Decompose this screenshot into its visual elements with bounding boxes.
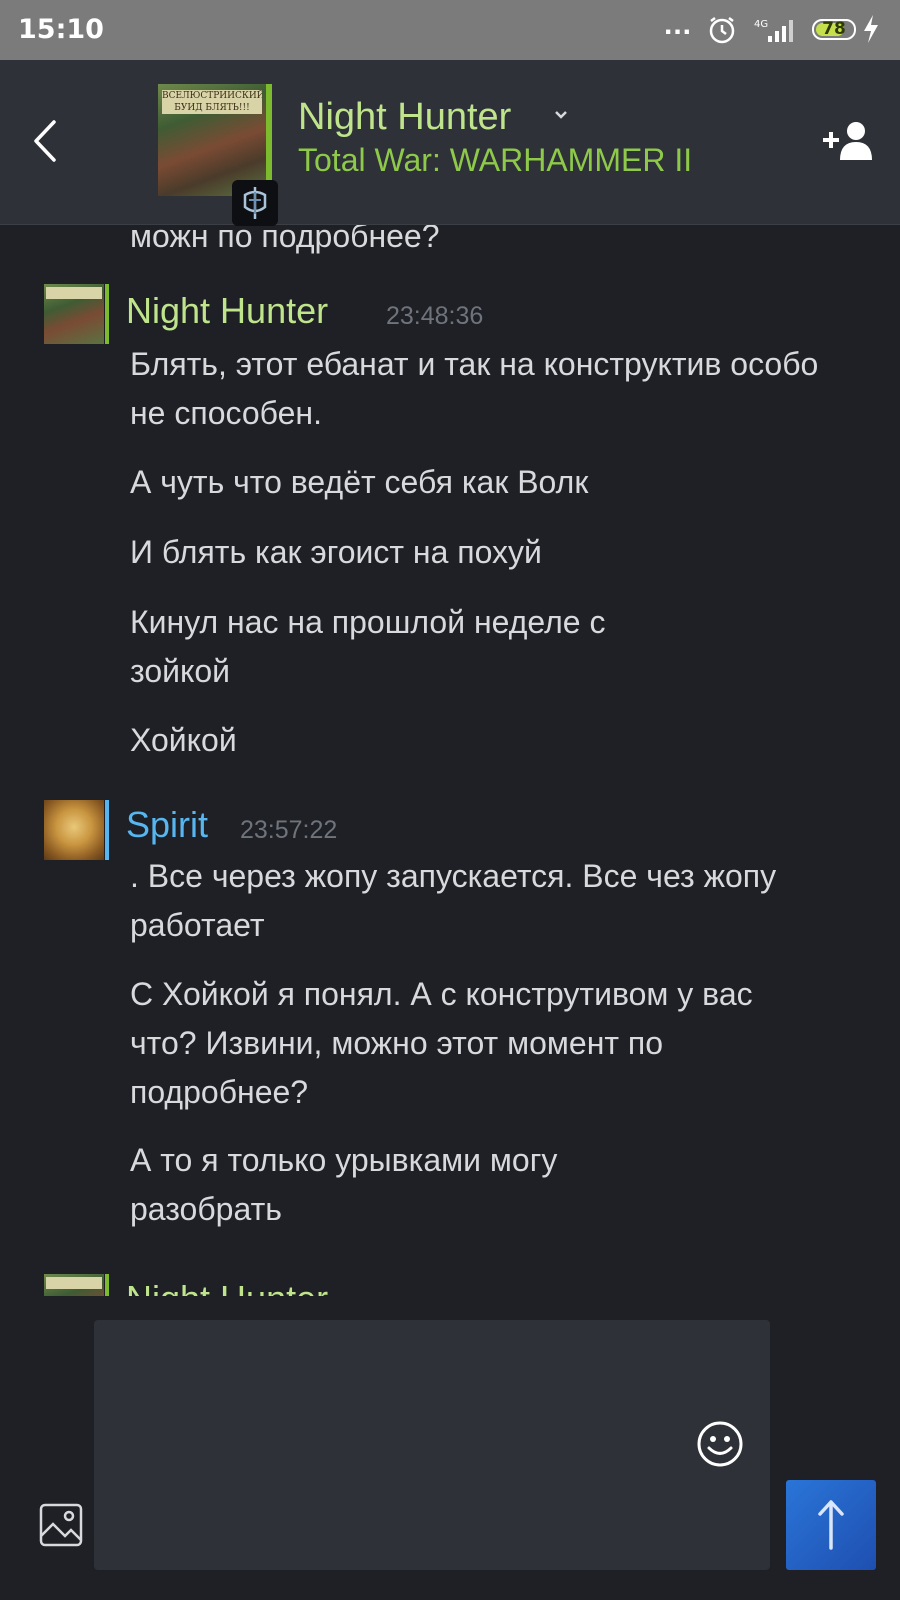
sender-avatar[interactable] — [44, 1274, 109, 1296]
message-text: . Все через жопу запускается. Все чез жо… — [130, 858, 777, 943]
chat-log[interactable]: можн по подробнее? Night Hunter 23:48:36… — [0, 224, 900, 1296]
status-time: 15:10 — [18, 14, 104, 45]
contact-game-status: Total War: WARHAMMER II — [298, 142, 693, 178]
message-text: можн по подробнее? — [130, 224, 440, 254]
avatar-image — [44, 800, 104, 860]
avatar-image — [44, 284, 104, 344]
chevron-down-icon[interactable] — [554, 110, 568, 120]
avatar-caption: ВСЕЛЮСТРИИСКИЙ БУИД БЛЯТЬ!!! — [162, 90, 262, 114]
add-friend-icon[interactable] — [822, 118, 876, 162]
message-text: Кинул нас на прошлой неделе с зойкой — [130, 604, 606, 689]
contact-name[interactable]: Night Hunter — [298, 96, 511, 139]
message-input[interactable] — [94, 1320, 770, 1570]
message-text: Блять, этот ебанат и так на конструктив … — [130, 346, 819, 431]
battery-percent: 78 — [822, 19, 846, 39]
sender-avatar[interactable] — [44, 284, 109, 344]
status-dots: ... — [664, 8, 693, 41]
online-status-bar — [105, 1274, 109, 1296]
status-bar: 15:10 ... 4G 78 — [0, 0, 900, 60]
alarm-icon — [709, 17, 735, 44]
message-text: И блять как эгоист на похуй — [130, 534, 542, 570]
contact-avatar[interactable]: ВСЕЛЮСТРИИСКИЙ БУИД БЛЯТЬ!!! — [158, 84, 278, 226]
battery-indicator: 78 — [812, 19, 856, 40]
signal-icon: 4G — [754, 19, 793, 42]
message-text: А то я только урывками могу разобрать — [130, 1142, 558, 1227]
online-status-bar — [105, 800, 109, 860]
image-icon[interactable] — [38, 1502, 84, 1548]
sender-name[interactable]: Night Hunter — [126, 1278, 328, 1296]
sender-avatar[interactable] — [44, 800, 109, 860]
chat-header: ВСЕЛЮСТРИИСКИЙ БУИД БЛЯТЬ!!! Night Hunte… — [0, 60, 900, 226]
online-status-bar — [105, 284, 109, 344]
charging-icon — [864, 15, 878, 43]
sender-name[interactable]: Night Hunter — [126, 290, 328, 332]
game-icon — [232, 180, 278, 226]
message-text: Хойкой — [130, 722, 237, 758]
network-label: 4G — [754, 19, 768, 30]
send-arrow-icon — [818, 1500, 844, 1550]
send-button[interactable] — [786, 1480, 876, 1570]
sender-name[interactable]: Spirit — [126, 804, 208, 846]
message-text: С Хойкой я понял. А с конструтивом у вас… — [130, 976, 753, 1110]
message-text: А чуть что ведёт себя как Волк — [130, 464, 589, 500]
avatar-image — [44, 1274, 104, 1296]
message-composer — [0, 1296, 900, 1600]
emoji-icon[interactable] — [696, 1420, 744, 1468]
back-arrow-icon[interactable] — [26, 116, 66, 166]
message-timestamp: 23:48:36 — [386, 302, 484, 330]
message-timestamp: 23:57:22 — [240, 816, 338, 844]
